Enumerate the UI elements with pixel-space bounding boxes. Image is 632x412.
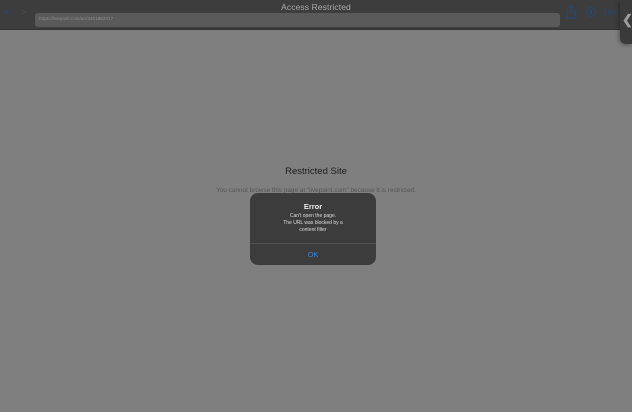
navigation-bar: Access Restricted < > https://livepaint.… [0,0,632,30]
forward-button[interactable]: > [21,7,26,17]
alert-message: Can't open the page. The URL was blocked… [250,213,376,234]
alert-message-line: The URL was blocked by a [283,220,343,226]
browser-window: Access Restricted < > https://livepaint.… [0,0,632,412]
url-text: https://livepaint.com/art/3401882417 [39,16,114,21]
share-icon[interactable] [566,5,576,19]
url-bar[interactable]: https://livepaint.com/art/3401882417 [35,13,560,27]
chevron-left-icon: ❮ [622,12,632,27]
alert-message-line: content filter [299,227,327,233]
error-alert-dialog: Error Can't open the page. The URL was b… [250,193,376,265]
alert-message-line: Can't open the page. [289,213,337,219]
ok-button[interactable]: OK [250,244,376,265]
alert-title: Error [303,202,323,211]
side-panel-handle[interactable]: ❮ [620,0,632,44]
compass-icon[interactable] [585,5,597,19]
back-button[interactable]: < [4,7,9,17]
restricted-heading: Restricted Site [285,166,347,177]
page-title: Access Restricted [281,2,351,12]
